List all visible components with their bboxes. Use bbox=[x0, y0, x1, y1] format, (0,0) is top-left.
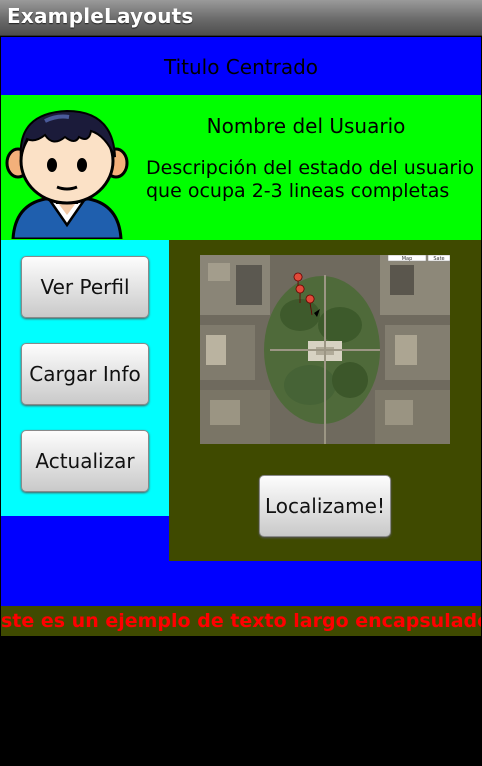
ver-perfil-button[interactable]: Ver Perfil bbox=[21, 256, 149, 318]
map-control-map[interactable]: Map bbox=[402, 256, 413, 262]
app-title: ExampleLayouts bbox=[7, 4, 194, 28]
map-panel: Map Sate Localizame! bbox=[169, 240, 481, 561]
user-status-description: Descripción del estado del usuario que o… bbox=[146, 157, 475, 202]
bottom-blue-area bbox=[1, 561, 481, 606]
header-panel: Titulo Centrado bbox=[1, 37, 481, 95]
page-title: Titulo Centrado bbox=[163, 55, 319, 79]
user-profile-panel: Nombre del Usuario Descripción del estad… bbox=[1, 95, 481, 240]
map-control-satellite[interactable]: Sate bbox=[433, 256, 444, 262]
left-lower-blue-area bbox=[1, 516, 169, 561]
satellite-map[interactable]: Map Sate bbox=[200, 255, 450, 444]
cargar-info-button[interactable]: Cargar Info bbox=[21, 343, 149, 405]
marquee-text: Este es un ejemplo de texto largo encaps… bbox=[1, 610, 481, 632]
localizame-button[interactable]: Localizame! bbox=[259, 475, 391, 537]
actualizar-button[interactable]: Actualizar bbox=[21, 430, 149, 492]
user-avatar-icon bbox=[5, 109, 129, 239]
scrolling-text-banner: Este es un ejemplo de texto largo encaps… bbox=[1, 606, 481, 636]
user-name: Nombre del Usuario bbox=[206, 114, 406, 138]
buttons-panel: Ver Perfil Cargar Info Actualizar bbox=[1, 240, 169, 516]
app-title-bar: ExampleLayouts bbox=[0, 0, 482, 36]
empty-screen-area bbox=[0, 636, 482, 766]
